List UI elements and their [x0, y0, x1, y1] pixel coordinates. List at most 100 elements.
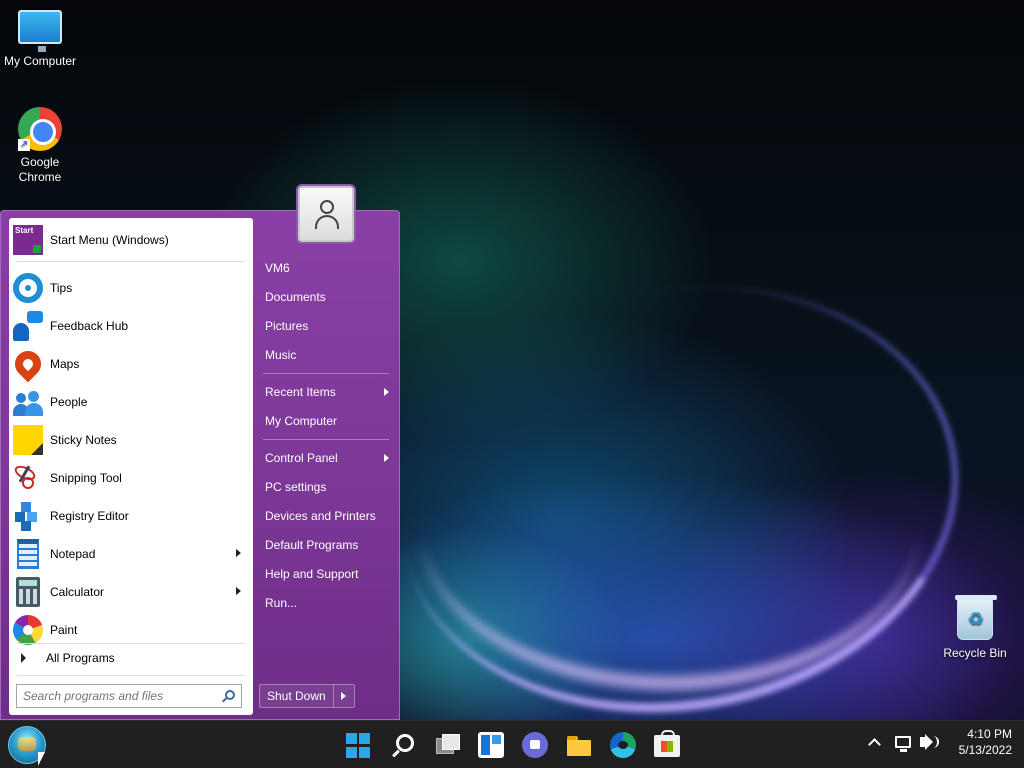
registry-cubes-icon	[13, 501, 43, 531]
wallpaper-glow-inner	[420, 360, 920, 690]
program-notepad[interactable]: Notepad	[13, 536, 249, 572]
desktop-icon-label: Recycle Bin	[943, 646, 1007, 660]
paint-palette-icon	[13, 615, 43, 645]
right-item-documents[interactable]: Documents	[259, 284, 395, 310]
right-item-run[interactable]: Run...	[259, 590, 395, 616]
file-explorer-icon[interactable]	[566, 732, 592, 758]
clock-date: 5/13/2022	[958, 743, 1012, 757]
right-item-label: Documents	[265, 290, 326, 304]
right-item-default-programs[interactable]: Default Programs	[259, 532, 395, 558]
scissors-icon	[12, 462, 43, 493]
start-orb-icon	[18, 737, 36, 751]
right-item-devices-and-printers[interactable]: Devices and Printers	[259, 503, 395, 529]
all-programs-button[interactable]: All Programs	[13, 646, 249, 670]
program-start-menu-windows[interactable]: Start Start Menu (Windows)	[13, 222, 249, 258]
clock-time: 4:10 PM	[967, 727, 1012, 741]
program-feedback-hub[interactable]: Feedback Hub	[13, 308, 249, 344]
program-people[interactable]: People	[13, 384, 249, 420]
taskbar-clock[interactable]: 4:10 PM 5/13/2022	[944, 726, 1012, 758]
feedback-hub-icon	[13, 311, 43, 341]
search-programs-box[interactable]	[16, 684, 242, 708]
right-item-pc-settings[interactable]: PC settings	[259, 474, 395, 500]
windows-logo-icon[interactable]	[346, 733, 372, 759]
program-label: Snipping Tool	[50, 471, 122, 485]
all-programs-label: All Programs	[46, 651, 115, 665]
program-label: Calculator	[50, 585, 105, 599]
program-snipping-tool[interactable]: Snipping Tool	[12, 460, 249, 496]
desktop-icon-google-chrome[interactable]: ↗ Google Chrome	[0, 107, 80, 185]
right-item-label: PC settings	[265, 480, 327, 494]
program-registry-editor[interactable]: Registry Editor	[13, 498, 249, 534]
submenu-arrow-icon	[236, 549, 241, 557]
mouse-cursor-icon	[38, 752, 45, 766]
desktop-icon-recycle-bin[interactable]: ♻ Recycle Bin	[935, 595, 1015, 660]
start-menu: Start Start Menu (Windows) Tips Feedback…	[0, 210, 400, 720]
submenu-arrow-icon	[384, 388, 389, 396]
right-item-control-panel[interactable]: Control Panel	[259, 445, 395, 471]
sticky-note-icon	[13, 425, 43, 455]
edge-icon[interactable]	[610, 732, 636, 758]
user-icon-body	[315, 215, 339, 229]
tips-bulb-icon	[13, 273, 43, 303]
right-item-label: Recent Items	[265, 385, 336, 399]
program-maps[interactable]: Maps	[9, 345, 249, 383]
task-view-icon[interactable]	[434, 732, 460, 758]
right-separator	[263, 439, 389, 440]
start-menu-app-icon: Start	[13, 225, 43, 255]
chrome-icon: ↗	[18, 107, 62, 151]
desktop-icon-label: Google Chrome	[18, 155, 62, 184]
program-separator	[17, 261, 245, 262]
start-menu-programs-pane: Start Start Menu (Windows) Tips Feedback…	[9, 218, 253, 715]
program-label: Paint	[50, 623, 78, 637]
desktop-icon-label: My Computer	[3, 54, 77, 68]
search-icon[interactable]	[225, 690, 235, 700]
search-icon[interactable]	[396, 734, 414, 752]
program-label: Maps	[50, 357, 80, 371]
right-item-label: Control Panel	[265, 451, 338, 465]
user-account-picture[interactable]	[298, 186, 354, 242]
people-icon	[13, 387, 43, 417]
notepad-icon	[17, 539, 39, 569]
widgets-icon[interactable]	[478, 732, 504, 758]
volume-icon[interactable]	[920, 737, 926, 747]
right-item-vm6[interactable]: VM6	[259, 255, 395, 281]
program-calculator[interactable]: Calculator	[13, 574, 249, 610]
right-item-label: Music	[265, 348, 297, 362]
program-tips[interactable]: Tips	[13, 270, 249, 306]
right-item-pictures[interactable]: Pictures	[259, 313, 395, 339]
desktop-icon-my-computer[interactable]: My Computer	[0, 10, 80, 68]
right-item-label: My Computer	[265, 414, 338, 428]
shortcut-arrow-icon: ↗	[18, 139, 30, 151]
program-separator	[17, 643, 245, 644]
chat-icon[interactable]	[522, 732, 548, 758]
right-item-label: Default Programs	[265, 538, 359, 552]
calculator-icon	[16, 577, 40, 607]
right-item-label: Run...	[265, 596, 298, 610]
start-menu-app-icon-text: Start	[15, 226, 34, 235]
submenu-arrow-icon	[384, 454, 389, 462]
recycle-bin-icon: ♻	[955, 595, 997, 640]
search-input[interactable]	[23, 689, 213, 703]
right-item-label: Pictures	[265, 319, 309, 333]
program-separator	[17, 675, 245, 676]
user-icon	[320, 200, 334, 214]
program-label: People	[50, 395, 88, 409]
store-icon[interactable]	[654, 730, 680, 757]
expand-arrow-icon	[21, 653, 26, 663]
program-label: Registry Editor	[50, 509, 129, 523]
program-sticky-notes[interactable]: Sticky Notes	[13, 422, 249, 458]
submenu-arrow-icon	[236, 587, 241, 595]
right-item-my-computer[interactable]: My Computer	[259, 408, 395, 434]
network-icon[interactable]	[895, 736, 911, 752]
monitor-icon	[18, 10, 62, 52]
right-item-recent-items[interactable]: Recent Items	[259, 379, 395, 405]
right-item-help-and-support[interactable]: Help and Support	[259, 561, 395, 587]
right-separator	[263, 373, 389, 374]
program-label: Sticky Notes	[50, 433, 117, 447]
shutdown-button-group: Shut Down	[259, 684, 355, 708]
right-item-label: Help and Support	[265, 567, 359, 581]
shutdown-button[interactable]: Shut Down	[260, 685, 334, 707]
shutdown-options-arrow-icon[interactable]	[341, 692, 346, 700]
right-item-music[interactable]: Music	[259, 342, 395, 368]
program-label: Feedback Hub	[50, 319, 129, 333]
